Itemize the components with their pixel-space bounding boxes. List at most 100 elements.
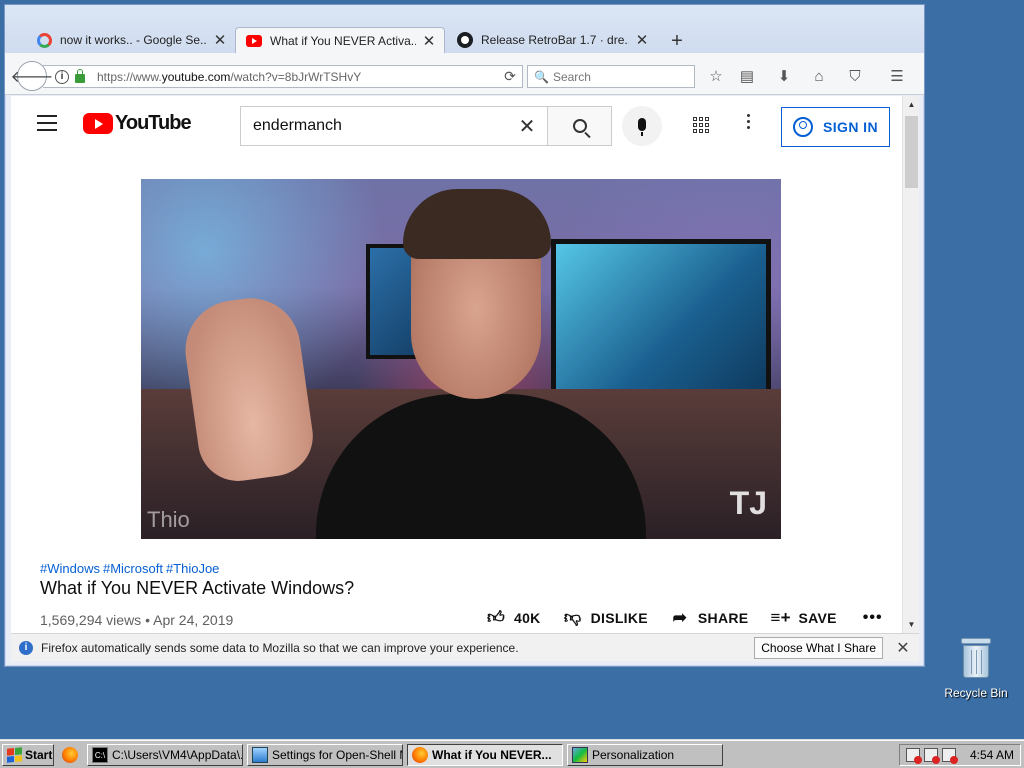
start-label: Start [25, 748, 53, 762]
close-tab-icon[interactable]: ✕ [213, 31, 227, 49]
taskbar-button-personalization[interactable]: Personalization [567, 744, 723, 766]
save-button[interactable]: ≡+ SAVE [770, 608, 836, 628]
save-label: SAVE [798, 610, 837, 626]
hashtag-link[interactable]: #Windows [40, 561, 100, 576]
view-count: 1,569,294 views [40, 612, 142, 628]
thumbs-up-icon: 👍︎ [486, 608, 506, 627]
sign-in-button[interactable]: SIGN IN [781, 107, 890, 147]
notification-message: Firefox automatically sends some data to… [41, 640, 519, 655]
upload-date: Apr 24, 2019 [153, 612, 234, 628]
hamburger-menu-icon[interactable] [37, 115, 57, 131]
taskbar-button-open-shell-settings[interactable]: Settings for Open-Shell M... [247, 744, 403, 766]
firefox-window: now it works.. - Google Se... ✕ What if … [4, 4, 925, 667]
tab-title: Release RetroBar 1.7 · dre... [481, 33, 629, 47]
scroll-up-arrow-icon[interactable]: ▲ [903, 96, 920, 113]
youtube-search-button[interactable] [548, 106, 612, 146]
taskbar-button-label: C:\Users\VM4\AppData\... [112, 748, 243, 762]
page-viewport: YouTube ✕ SIGN IN [11, 96, 902, 633]
reading-list-icon[interactable]: ▤ [736, 67, 758, 87]
search-engine-icon[interactable]: 🔍 [534, 70, 549, 84]
tab-google-search[interactable]: now it works.. - Google Se... ✕ [27, 27, 236, 53]
tab-title: What if You NEVER Activa... [270, 33, 416, 48]
microphone-icon [638, 117, 646, 136]
share-arrow-icon: ➦ [672, 608, 688, 627]
close-tab-icon[interactable]: ✕ [635, 31, 649, 49]
download-icon[interactable]: ⬇ [773, 67, 795, 87]
home-icon[interactable]: ⌂ [808, 67, 830, 87]
info-icon: i [19, 640, 33, 655]
dislike-button[interactable]: 👎︎ DISLIKE [563, 608, 648, 628]
navigation-toolbar: i https://www.youtube.com/watch?v=8bJrWr… [5, 53, 924, 95]
channel-watermark: Thio [147, 507, 190, 532]
youtube-header: YouTube ✕ SIGN IN [11, 96, 902, 152]
user-circle-icon [793, 117, 814, 137]
network-icon[interactable] [923, 748, 940, 764]
new-tab-button[interactable]: + [665, 31, 689, 53]
tab-strip: now it works.. - Google Se... ✕ What if … [5, 5, 924, 53]
share-label: SHARE [697, 610, 749, 626]
tab-github-release[interactable]: Release RetroBar 1.7 · dre... ✕ [447, 27, 657, 53]
lock-icon [75, 69, 85, 83]
windows-flag-icon [7, 747, 22, 763]
close-notification-icon[interactable]: ✕ [893, 638, 913, 658]
back-button[interactable]: 🡐 [11, 61, 53, 91]
system-tray: 4:54 AM [899, 744, 1021, 766]
tab-title: now it works.. - Google Se... [60, 33, 207, 47]
firefox-icon [412, 747, 428, 763]
choose-what-i-share-button[interactable]: Choose What I Share [754, 636, 883, 659]
search-icon [572, 119, 587, 133]
youtube-search-input[interactable] [241, 117, 507, 135]
security-shield-icon[interactable] [905, 748, 922, 764]
page-scrollbar[interactable]: ▲ ▼ [902, 96, 919, 633]
recycle-bin-label: Recycle Bin [944, 686, 1008, 700]
taskbar-button-firefox[interactable]: What if You NEVER... [407, 744, 563, 766]
youtube-search-box[interactable]: ✕ [240, 106, 548, 146]
pocket-icon[interactable]: ⛉ [844, 67, 866, 87]
youtube-play-icon [83, 113, 113, 134]
taskbar-button-label: What if You NEVER... [432, 748, 552, 762]
scroll-down-arrow-icon[interactable]: ▼ [903, 616, 920, 633]
cmd-icon: C:\ [92, 747, 108, 763]
volume-icon[interactable] [941, 748, 958, 764]
more-vertical-icon[interactable] [747, 114, 751, 134]
youtube-wordmark: YouTube [115, 112, 192, 134]
recycle-bin-shortcut[interactable]: Recycle Bin [940, 636, 1012, 700]
star-icon[interactable]: ☆ [705, 67, 727, 87]
youtube-logo[interactable]: YouTube [83, 112, 192, 135]
search-input[interactable] [552, 69, 683, 84]
hashtag-link[interactable]: #ThioJoe [166, 561, 219, 576]
scrollbar-thumb[interactable] [905, 116, 918, 188]
reload-icon[interactable]: ⟳ [498, 68, 522, 85]
recycle-bin-icon [959, 636, 993, 680]
tab-youtube-video[interactable]: What if You NEVER Activa... ✕ [235, 27, 445, 53]
video-actions: 👍︎ 40K 👎︎ DISLIKE ➦ SHARE ≡+ SAVE ••• [486, 608, 883, 628]
personalization-icon [572, 747, 588, 763]
share-button[interactable]: ➦ SHARE [670, 608, 749, 628]
url-text[interactable]: https://www.youtube.com/watch?v=8bJrWrTS… [97, 70, 498, 84]
settings-icon [252, 747, 268, 763]
taskbar-button-cmd[interactable]: C:\ C:\Users\VM4\AppData\... [87, 744, 243, 766]
video-hashtags: #Windows #Microsoft #ThioJoe [40, 561, 222, 576]
address-bar[interactable]: i https://www.youtube.com/watch?v=8bJrWr… [43, 65, 523, 88]
close-tab-icon[interactable]: ✕ [422, 32, 436, 50]
clock[interactable]: 4:54 AM [970, 748, 1014, 762]
video-title: What if You NEVER Activate Windows? [40, 578, 355, 598]
more-horizontal-icon[interactable]: ••• [863, 609, 883, 627]
channel-logo-watermark: TJ [729, 485, 767, 521]
voice-search-button[interactable] [622, 106, 662, 146]
page-info-icon[interactable]: i [55, 69, 69, 84]
like-button[interactable]: 👍︎ 40K [486, 608, 541, 628]
video-player[interactable]: Thio TJ [141, 179, 781, 539]
clear-search-icon[interactable]: ✕ [507, 114, 547, 139]
start-button[interactable]: Start [2, 744, 54, 766]
sign-in-label: SIGN IN [823, 119, 878, 135]
firefox-quicklaunch-icon[interactable] [62, 747, 78, 763]
video-frame-monitor-right [551, 239, 771, 394]
hashtag-link[interactable]: #Microsoft [103, 561, 163, 576]
thumbs-down-icon: 👎︎ [563, 608, 582, 627]
search-bar[interactable]: 🔍 [527, 65, 695, 88]
github-icon [457, 32, 473, 48]
menu-icon[interactable]: ☰ [886, 67, 908, 87]
like-count: 40K [514, 610, 541, 626]
apps-grid-icon[interactable] [693, 117, 709, 133]
